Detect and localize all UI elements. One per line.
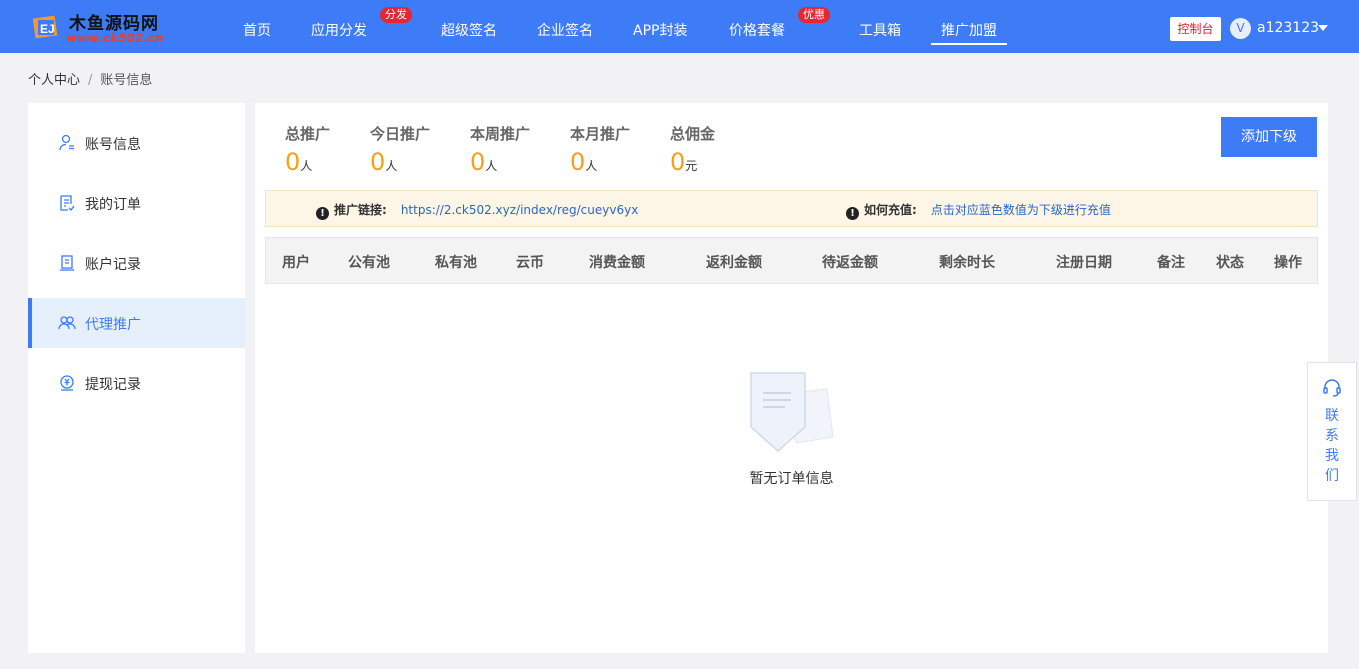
sidebar-item-label: 账号信息 bbox=[85, 137, 141, 153]
sidebar-item-label: 我的订单 bbox=[85, 197, 141, 213]
sidebar-item-label: 代理推广 bbox=[85, 317, 141, 333]
headset-icon bbox=[1323, 379, 1341, 397]
nav-item-home[interactable]: 首页 bbox=[243, 20, 271, 42]
nav-item-app-distribution[interactable]: 应用分发 分发 bbox=[311, 7, 412, 42]
column-header: 私有池 bbox=[435, 255, 477, 271]
column-header: 待返金额 bbox=[822, 255, 878, 271]
promo-link-url[interactable]: https://2.ck502.xyz/index/reg/cueyv6yx bbox=[401, 203, 639, 217]
empty-document-icon bbox=[750, 372, 834, 452]
nav-label: APP封装 bbox=[633, 23, 688, 39]
stat-value: 0 bbox=[370, 148, 386, 176]
nav-label: 首页 bbox=[243, 23, 271, 39]
stat-unit: 人 bbox=[485, 159, 498, 173]
nav-label: 推广加盟 bbox=[941, 23, 997, 39]
svg-text:EJ: EJ bbox=[40, 22, 55, 36]
user-icon bbox=[59, 134, 74, 151]
contact-us-button[interactable]: 联系我们 bbox=[1307, 362, 1357, 501]
column-header: 剩余时长 bbox=[939, 255, 995, 271]
sidebar-item-account-records[interactable]: 账户记录 bbox=[28, 238, 245, 288]
nav-label: 超级签名 bbox=[441, 23, 497, 39]
withdraw-icon bbox=[60, 375, 74, 391]
agent-icon bbox=[58, 316, 76, 330]
console-button[interactable]: 控制台 bbox=[1170, 17, 1221, 41]
empty-state-text: 暂无订单信息 bbox=[749, 471, 834, 487]
top-navbar: EJ 木鱼源码网 www.ck502.cn 首页 应用分发 分发 超级签名 企业… bbox=[0, 0, 1359, 53]
stat-unit: 元 bbox=[685, 159, 698, 173]
sidebar-item-withdraw-records[interactable]: 提现记录 bbox=[28, 358, 245, 408]
sidebar-item-my-orders[interactable]: 我的订单 bbox=[28, 178, 245, 228]
sidebar-item-agent-promotion[interactable]: 代理推广 bbox=[28, 298, 245, 348]
column-header: 消费金额 bbox=[589, 255, 645, 271]
nav-label: 应用分发 bbox=[311, 23, 367, 39]
notice-bar: ! 推广链接: https://2.ck502.xyz/index/reg/cuey… bbox=[265, 190, 1318, 227]
stat-total-commission: 总佣金 0元 bbox=[670, 123, 715, 176]
stat-value: 0 bbox=[285, 148, 301, 176]
sidebar: 账号信息 我的订单 账户记录 代理推广 提现记录 bbox=[28, 103, 245, 653]
column-header: 用户 bbox=[282, 255, 310, 271]
sidebar-item-label: 账户记录 bbox=[85, 257, 141, 273]
username: a123123 bbox=[1257, 20, 1320, 36]
nav-item-super-sign[interactable]: 超级签名 bbox=[441, 20, 497, 42]
breadcrumb-current: 账号信息 bbox=[100, 73, 153, 88]
record-icon bbox=[60, 255, 74, 271]
nav-badge: 分发 bbox=[380, 7, 412, 23]
nav-badge: 优惠 bbox=[798, 7, 830, 23]
column-header: 操作 bbox=[1274, 255, 1302, 271]
add-subordinate-button[interactable]: 添加下级 bbox=[1221, 117, 1317, 157]
stat-unit: 人 bbox=[300, 159, 313, 173]
breadcrumb: 个人中心 / 账号信息 bbox=[28, 69, 152, 88]
sidebar-item-account-info[interactable]: 账号信息 bbox=[28, 118, 245, 168]
brand-url: www.ck502.cn bbox=[66, 31, 164, 45]
nav-label: 工具箱 bbox=[859, 23, 901, 39]
stat-label: 总佣金 bbox=[670, 125, 716, 143]
nav-item-app-wrap[interactable]: APP封装 bbox=[633, 20, 687, 42]
nav-label: 价格套餐 bbox=[729, 23, 785, 39]
recharge-help-group: ! 如何充值: 点击对应蓝色数值为下级进行充值 bbox=[846, 201, 1111, 220]
exclamation-icon: ! bbox=[316, 207, 329, 220]
column-header: 状态 bbox=[1216, 255, 1244, 271]
table-header: 用户 公有池 私有池 云币 消费金额 返利金额 待返金额 剩余时长 注册日期 备… bbox=[265, 237, 1318, 284]
nav-item-pricing[interactable]: 价格套餐 优惠 bbox=[729, 7, 830, 42]
recharge-help-title: 如何充值: bbox=[864, 203, 917, 217]
stat-unit: 人 bbox=[585, 159, 598, 173]
stat-unit: 人 bbox=[385, 159, 398, 173]
column-header: 注册日期 bbox=[1056, 255, 1112, 271]
column-header: 云币 bbox=[516, 255, 544, 271]
nav-item-toolbox[interactable]: 工具箱 bbox=[859, 20, 901, 42]
stat-label: 总推广 bbox=[285, 125, 331, 143]
logo-mark-icon: EJ bbox=[33, 15, 58, 39]
column-header: 返利金额 bbox=[706, 255, 762, 271]
stat-total-promotion: 总推广 0人 bbox=[285, 123, 330, 176]
contact-us-label: 联系我们 bbox=[1325, 408, 1339, 484]
stat-value: 0 bbox=[670, 148, 686, 176]
promo-link-title: 推广链接: bbox=[334, 203, 387, 217]
stat-label: 本月推广 bbox=[570, 125, 631, 143]
brand-logo[interactable]: EJ 木鱼源码网 www.ck502.cn bbox=[33, 8, 193, 48]
column-header: 备注 bbox=[1157, 255, 1185, 271]
promo-link-group: ! 推广链接: https://2.ck502.xyz/index/reg/cuey… bbox=[316, 201, 638, 220]
order-icon bbox=[60, 195, 75, 211]
avatar: V bbox=[1230, 18, 1251, 39]
column-header: 公有池 bbox=[348, 255, 390, 271]
stat-label: 今日推广 bbox=[370, 125, 431, 143]
stat-month-promotion: 本月推广 0人 bbox=[570, 123, 630, 176]
exclamation-icon: ! bbox=[846, 207, 859, 220]
stat-week-promotion: 本周推广 0人 bbox=[470, 123, 530, 176]
nav-label: 企业签名 bbox=[537, 23, 593, 39]
stat-label: 本周推广 bbox=[470, 125, 531, 143]
chevron-down-icon bbox=[1318, 25, 1328, 31]
stat-value: 0 bbox=[570, 148, 586, 176]
stat-today-promotion: 今日推广 0人 bbox=[370, 123, 430, 176]
breadcrumb-root[interactable]: 个人中心 bbox=[28, 73, 80, 88]
nav-item-promotion[interactable]: 推广加盟 bbox=[931, 20, 1007, 45]
breadcrumb-separator: / bbox=[88, 73, 93, 88]
sidebar-item-label: 提现记录 bbox=[85, 377, 141, 393]
main-panel: 总推广 0人 今日推广 0人 本周推广 0人 本月推广 0人 总佣金 0元 添加… bbox=[255, 103, 1328, 653]
recharge-help-text[interactable]: 点击对应蓝色数值为下级进行充值 bbox=[931, 203, 1111, 217]
stat-value: 0 bbox=[470, 148, 486, 176]
nav-item-enterprise-sign[interactable]: 企业签名 bbox=[537, 20, 593, 42]
